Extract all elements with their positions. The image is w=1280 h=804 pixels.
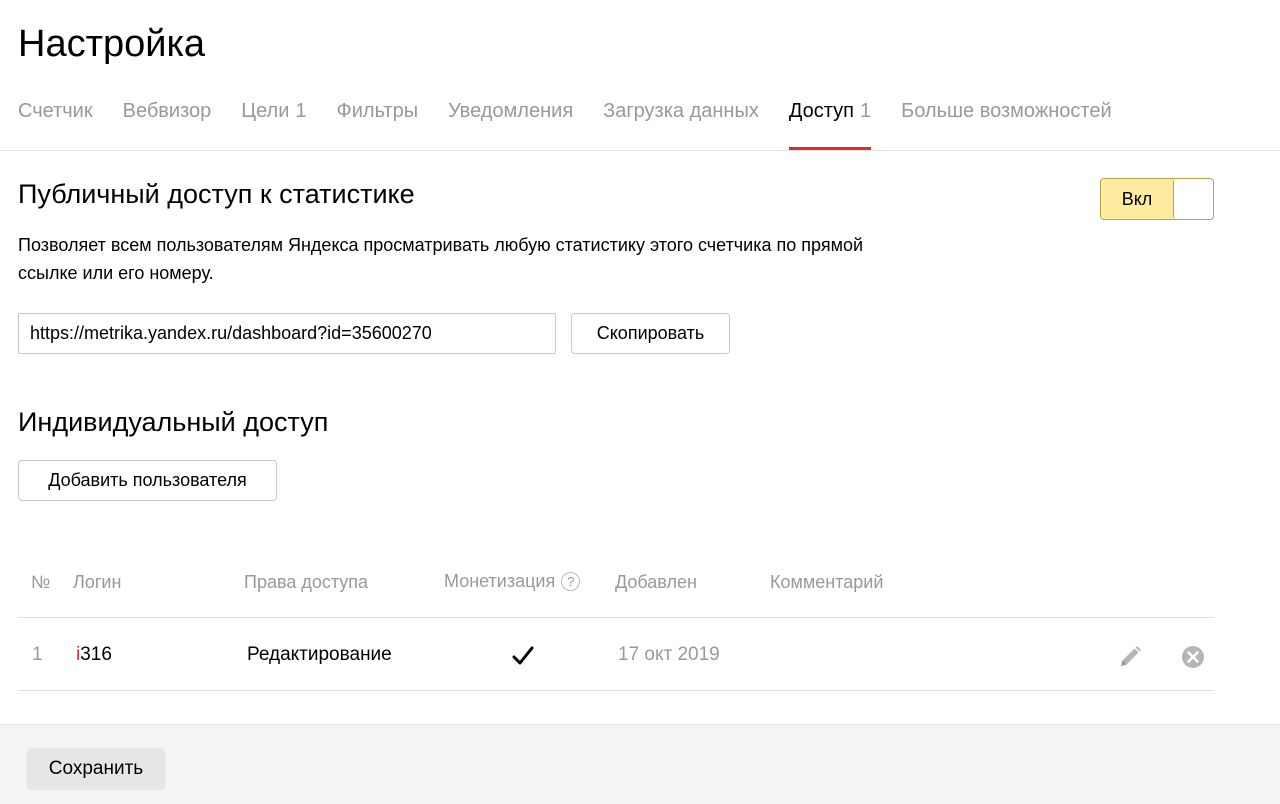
public-access-toggle[interactable]: Вкл — [1100, 178, 1214, 220]
tab-goals[interactable]: Цели 1 — [241, 96, 306, 150]
column-header-login: Логин — [73, 572, 122, 592]
tab-label: Доступ — [788, 100, 854, 122]
column-header-monetization: Монетизация? — [444, 567, 581, 595]
row-rights: Редактирование — [247, 644, 392, 665]
tab-count: 1 — [295, 100, 307, 122]
tab-label: Счетчик — [18, 100, 93, 122]
tab-counter[interactable]: Счетчик — [18, 96, 93, 150]
column-header-rights: Права доступа — [244, 572, 369, 592]
tab-label: Уведомления — [448, 100, 574, 122]
copy-button[interactable]: Скопировать — [571, 313, 730, 354]
tabs-bar: Счетчик Вебвизор Цели 1 Фильтры Уведомлен… — [18, 96, 1142, 150]
tab-webvisor[interactable]: Вебвизор — [123, 96, 212, 150]
tab-notifications[interactable]: Уведомления — [448, 96, 573, 150]
login-rest: 316 — [80, 644, 112, 665]
page-title: Настройка — [18, 23, 206, 65]
tab-data-upload[interactable]: Загрузка данных — [603, 96, 759, 150]
column-header-added: Добавлен — [615, 572, 697, 592]
tab-filters[interactable]: Фильтры — [337, 96, 419, 150]
row-number: 1 — [32, 644, 43, 665]
tab-access[interactable]: Доступ 1 — [788, 96, 872, 150]
tabs-divider — [0, 150, 1280, 151]
tab-label: Больше возможностей — [901, 100, 1112, 122]
save-button[interactable]: Сохранить — [27, 748, 165, 790]
tab-count: 1 — [859, 100, 872, 122]
column-header-monetization-label: Монетизация — [444, 571, 556, 591]
tab-label: Вебвизор — [122, 100, 212, 122]
row-added-date: 17 окт 2019 — [618, 644, 720, 665]
public-access-description: Позволяет всем пользователям Яндекса про… — [18, 235, 864, 283]
table-header-divider — [18, 617, 1214, 618]
help-icon[interactable]: ? — [561, 572, 581, 591]
public-url-field[interactable] — [18, 313, 556, 354]
tab-label: Загрузка данных — [603, 100, 759, 122]
public-access-title: Публичный доступ к статистике — [18, 179, 415, 209]
footer-bar: Сохранить — [0, 724, 1280, 804]
close-circle-icon[interactable] — [1181, 645, 1205, 669]
tab-more-features[interactable]: Больше возможностей — [901, 96, 1112, 150]
tab-label: Цели — [241, 100, 290, 122]
toggle-knob — [1173, 179, 1213, 219]
pencil-icon[interactable] — [1116, 643, 1144, 671]
table-row-divider — [18, 690, 1214, 691]
column-header-number: № — [31, 572, 51, 592]
tab-label: Фильтры — [336, 100, 419, 122]
column-header-comment: Комментарий — [770, 572, 884, 592]
toggle-on-label: Вкл — [1101, 179, 1173, 219]
individual-access-title: Индивидуальный доступ — [18, 407, 329, 437]
add-user-button[interactable]: Добавить пользователя — [18, 460, 277, 501]
check-icon — [512, 646, 534, 665]
row-login[interactable]: i316 — [76, 641, 112, 669]
